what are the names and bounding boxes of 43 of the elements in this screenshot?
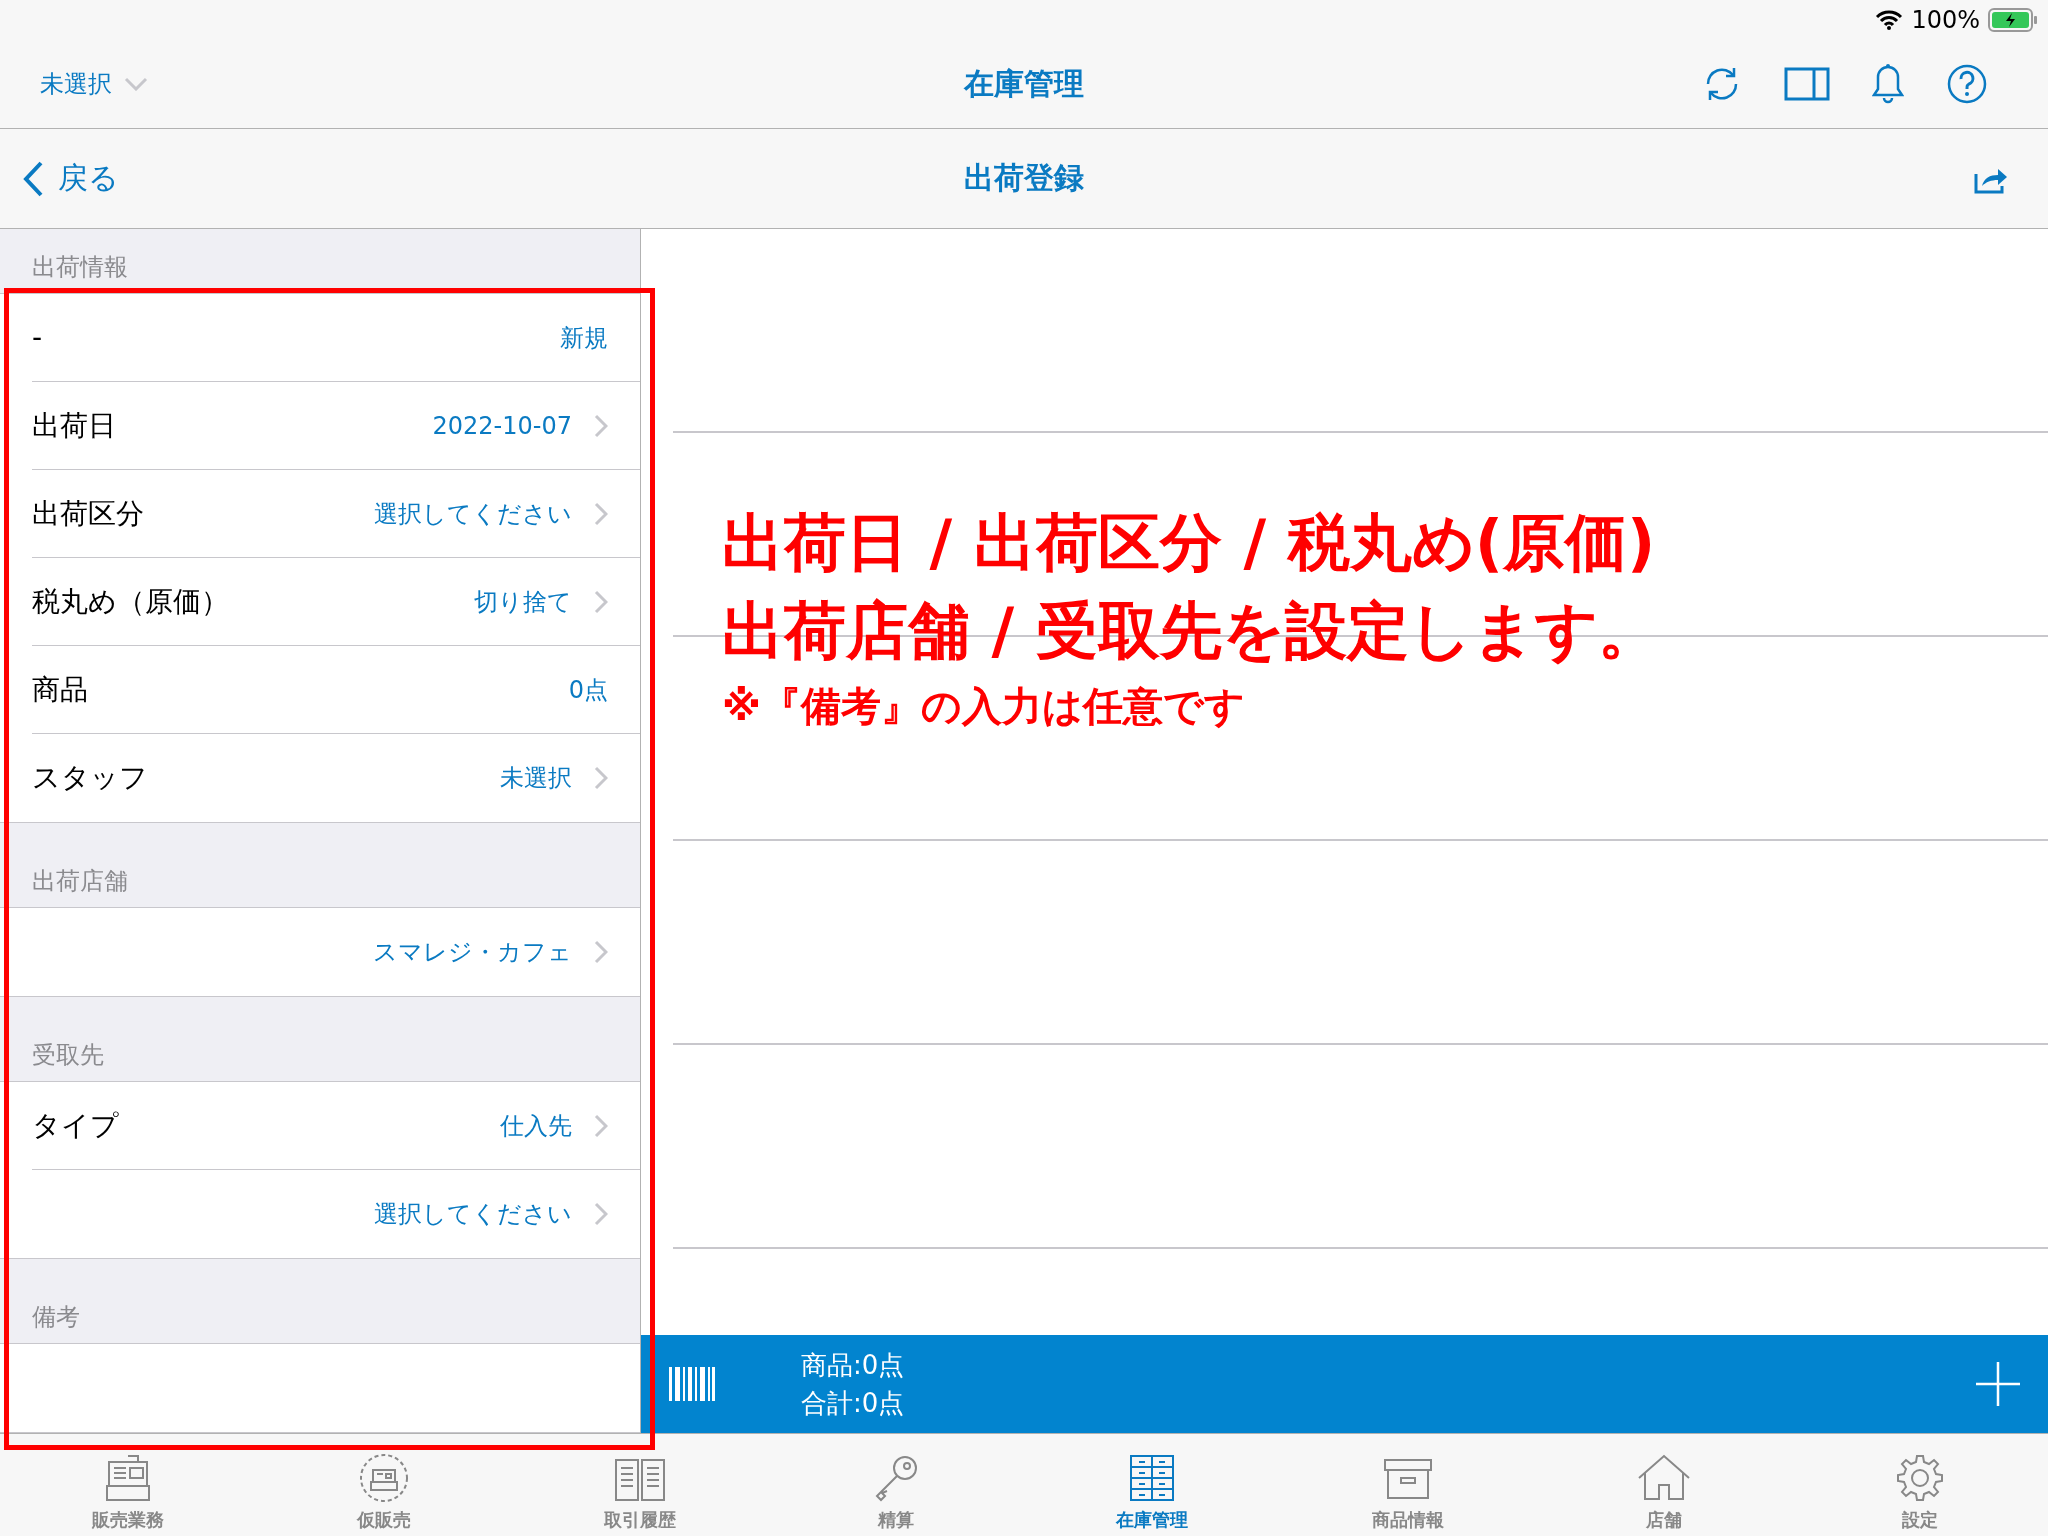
wifi-icon [1875, 10, 1904, 30]
annotation-text: 出荷店舗 / 受取先を設定します。 [722, 593, 1660, 669]
total-count: 合計:0点 [801, 1387, 905, 1420]
add-icon[interactable] [1976, 1362, 2020, 1406]
annotation-text: 出荷日 / 出荷区分 / 税丸め(原価) [722, 505, 1657, 581]
tab-item[interactable]: 仮販売 [256, 1434, 512, 1536]
row-value: 選択してください [374, 498, 572, 530]
row-value: 2022-10-07 [432, 411, 572, 440]
bell-icon[interactable] [1872, 63, 1904, 105]
page-title: 出荷登録 [964, 159, 1084, 197]
item-count: 商品:0点 [801, 1349, 905, 1382]
row-label: 出荷区分 [32, 495, 144, 532]
row-value: 切り捨て [474, 586, 572, 618]
tab-item[interactable]: 在庫管理 [1024, 1434, 1280, 1536]
row-label: 商品 [32, 671, 88, 708]
row-value: 選択してください [374, 1199, 572, 1231]
row-label: 税丸め（原価） [32, 583, 229, 620]
chevron-left-icon [22, 159, 44, 198]
annotation-note: ※『備考』の入力は任意です [722, 682, 1246, 731]
barcode-icon[interactable] [669, 1367, 715, 1401]
row-label: 出荷日 [32, 407, 116, 444]
tab-item[interactable]: 商品情報 [1280, 1434, 1536, 1536]
row-value: 新規 [560, 322, 608, 354]
row-value: 0点 [568, 674, 608, 706]
tab-item[interactable]: 販売業務 [0, 1434, 256, 1536]
row-value: 仕入先 [500, 1110, 572, 1142]
chevron-down-icon [124, 77, 148, 91]
row-label: タイプ [32, 1107, 119, 1144]
tab-item[interactable]: 取引履歴 [512, 1434, 768, 1536]
battery-icon [1988, 8, 2038, 32]
store-selector[interactable]: 未選択 [22, 68, 148, 100]
tab-item[interactable]: 精算 [768, 1434, 1024, 1536]
back-button[interactable]: 戻る [22, 158, 119, 199]
split-view-icon[interactable] [1784, 67, 1830, 101]
row-value: スマレジ・カフェ [373, 937, 572, 969]
nav-title: 在庫管理 [964, 64, 1084, 103]
row-value: 未選択 [500, 763, 572, 795]
row-label: - [32, 321, 43, 355]
help-icon[interactable] [1946, 63, 1988, 105]
row-label: スタッフ [32, 760, 148, 797]
battery-percentage: 100% [1911, 6, 1980, 34]
tab-item[interactable]: 設定 [1792, 1434, 2048, 1536]
tab-item[interactable]: 店舗 [1536, 1434, 1792, 1536]
